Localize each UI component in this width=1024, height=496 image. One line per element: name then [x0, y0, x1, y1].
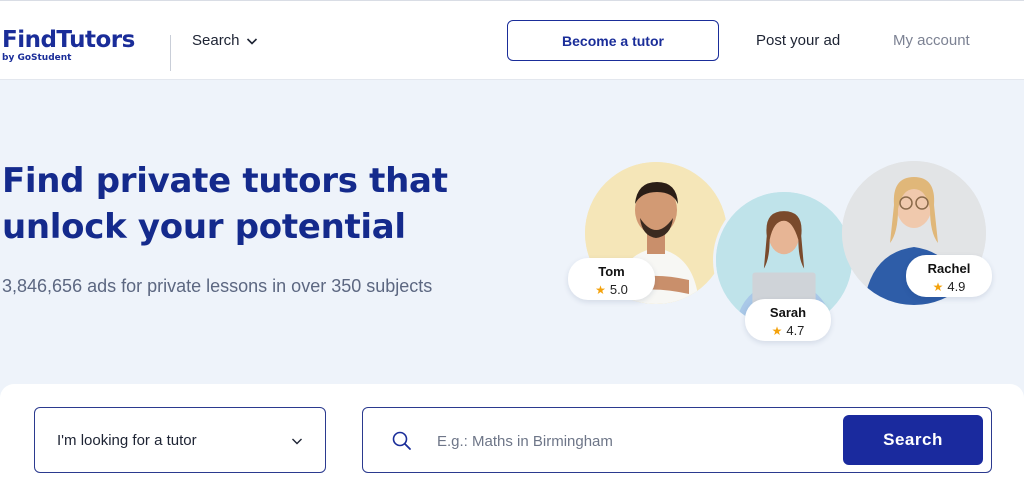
- search-menu-label: Search: [192, 32, 240, 49]
- search-button[interactable]: Search: [843, 415, 983, 465]
- star-icon: ★: [932, 280, 944, 294]
- tutor-name: Tom: [598, 264, 625, 279]
- tutor-card-tom: Tom ★ 5.0: [568, 258, 655, 300]
- search-icon: [392, 431, 411, 450]
- search-mode-value: I'm looking for a tutor: [57, 432, 197, 449]
- my-account-link[interactable]: My account: [893, 32, 970, 49]
- star-icon: ★: [595, 283, 606, 297]
- tutor-rating: ★ 4.7: [757, 323, 819, 339]
- tutor-card-rachel: Rachel ★ 4.9: [906, 255, 992, 297]
- post-ad-link[interactable]: Post your ad: [756, 32, 840, 49]
- tutor-card-sarah: Sarah ★ 4.7: [745, 299, 831, 341]
- hero-subtitle: 3,846,656 ads for private lessons in ove…: [2, 276, 433, 296]
- subject-search-input[interactable]: [437, 426, 837, 456]
- logo-wordmark: FindTutors: [2, 27, 135, 53]
- rating-value: 4.7: [786, 323, 805, 338]
- chevron-down-icon: [246, 37, 257, 45]
- rating-value: 5.0: [609, 282, 628, 297]
- nav-divider: [170, 35, 171, 71]
- tutor-rating: ★ 4.9: [918, 279, 980, 295]
- star-icon: ★: [771, 324, 783, 338]
- become-tutor-button[interactable]: Become a tutor: [507, 20, 719, 61]
- logo-byline: by GoStudent: [2, 53, 72, 63]
- findtutors-logo[interactable]: FindTutors by GoStudent: [2, 27, 135, 63]
- tutor-name: Rachel: [927, 261, 971, 276]
- chevron-down-icon: [292, 438, 302, 445]
- search-mode-select[interactable]: I'm looking for a tutor: [34, 407, 326, 473]
- rating-value: 4.9: [947, 279, 966, 294]
- search-menu-button[interactable]: Search: [192, 32, 258, 49]
- tutor-name: Sarah: [769, 305, 807, 320]
- top-navbar: FindTutors by GoStudent Search Become a …: [0, 0, 1024, 80]
- tutor-rating: ★ 5.0: [580, 282, 643, 298]
- hero-title: Find private tutors that unlock your pot…: [2, 161, 448, 247]
